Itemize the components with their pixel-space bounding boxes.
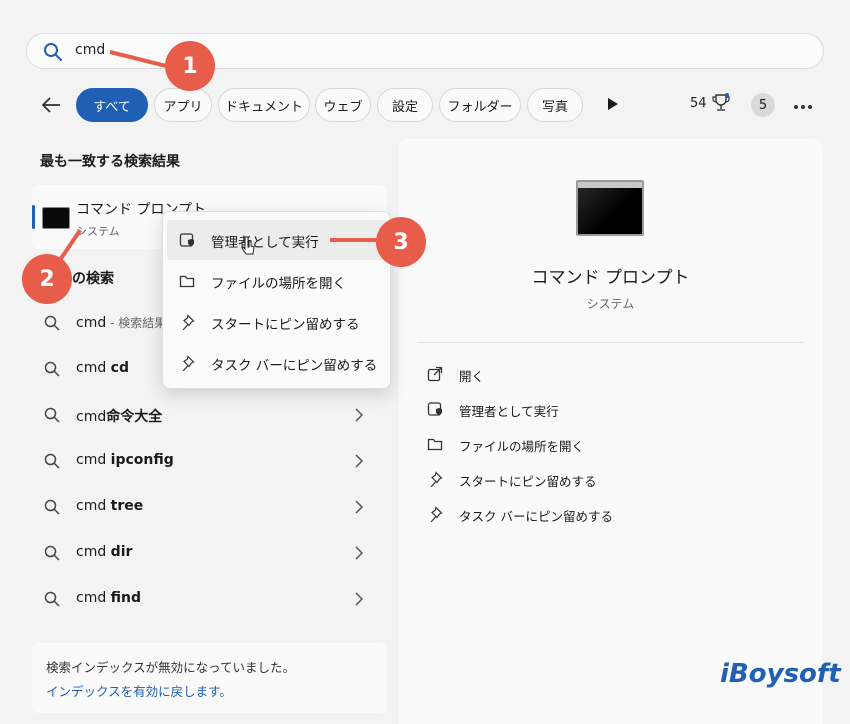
folder-icon [179,275,195,288]
result-text: cmd命令大全 [76,406,162,426]
index-notice: 検索インデックスが無効になっていました。 インデックスを有効に戻します。 [32,643,387,713]
web-search-heading: の検索 [72,271,114,287]
tab-documents[interactable]: ドキュメント [218,88,310,122]
search-icon [44,591,60,607]
pin-icon [182,314,195,330]
app-title: コマンド プロンプト [531,268,690,288]
callout-badge-1: 1 [165,41,215,91]
search-icon [44,407,60,423]
list-item[interactable]: cmd find [32,579,387,619]
selection-indicator [32,205,35,229]
menu-item-pin-to-taskbar[interactable]: タスク バーにピン留めする [167,343,388,383]
rewards-count: 54 [690,96,707,111]
list-item[interactable]: cmd ipconfig [32,441,387,481]
action-label: スタートにピン留めする [459,474,597,489]
divider [417,342,804,343]
result-text: cmd dir [76,544,132,560]
callout-badge-3: 3 [376,217,426,267]
result-suffix: - 検索結果 [106,316,167,330]
window-titlebar [578,182,642,188]
result-query: cmd [76,544,111,560]
shield-run-icon [179,233,194,247]
search-icon [44,453,60,469]
notice-text: 検索インデックスが無効になっていました。 [46,660,296,675]
list-item[interactable]: cmd tree [32,487,387,527]
search-icon [44,499,60,515]
command-prompt-large-icon [576,180,644,236]
tab-photos[interactable]: 写真 [527,88,583,122]
tab-settings[interactable]: 設定 [377,88,433,122]
result-text: cmd ipconfig [76,452,174,468]
callout-badge-2: 2 [22,254,72,304]
result-text: cmd tree [76,498,143,514]
result-text: cmd cd [76,360,129,376]
result-suffix: 命令大全 [106,409,163,425]
search-icon [44,43,62,61]
search-icon [44,315,60,331]
more-icon[interactable] [793,104,813,110]
chevron-right-icon[interactable] [354,546,364,560]
action-label: 開く [459,369,485,384]
result-suffix: dir [110,544,133,560]
play-icon[interactable] [607,98,619,110]
list-item[interactable]: cmd命令大全 [32,395,387,435]
result-suffix: find [110,590,142,606]
command-prompt-icon [42,207,70,229]
result-query: cmd [76,590,111,606]
details-panel: コマンド プロンプト システム 開く 管理者として実行 ファイルの場所を開く ス… [399,139,822,724]
shield-run-icon [427,402,442,416]
menu-item-label: ファイルの場所を開く [211,276,346,292]
action-label: 管理者として実行 [459,404,559,419]
back-arrow-icon[interactable] [40,93,64,117]
result-suffix: cd [110,360,129,376]
action-label: タスク バーにピン留めする [459,509,613,524]
search-input[interactable]: cmd [75,42,105,58]
result-suffix: tree [110,498,144,514]
menu-item-label: 管理者として実行 [211,235,319,251]
result-query: cmd [76,498,111,514]
open-external-icon [427,366,443,382]
action-label: ファイルの場所を開く [459,439,585,454]
pin-icon [182,355,195,371]
trophy-icon[interactable] [712,93,730,113]
result-query: cmd [76,452,111,468]
menu-item-pin-to-start[interactable]: スタートにピン留めする [167,302,388,342]
result-query: cmd [76,360,111,376]
avatar[interactable]: 5 [751,93,775,117]
result-text: cmd find [76,590,141,606]
chevron-right-icon[interactable] [354,500,364,514]
list-item[interactable]: cmd dir [32,533,387,573]
brand-logo: iBoysoft [720,659,841,689]
pin-icon [430,471,443,487]
folder-icon [427,438,443,451]
search-icon [44,361,60,377]
chevron-right-icon[interactable] [354,408,364,422]
pin-icon [430,506,443,522]
callout-arrow [330,238,380,242]
best-match-subtitle: システム [76,225,120,238]
menu-item-open-file-location[interactable]: ファイルの場所を開く [167,261,388,301]
result-suffix: ipconfig [110,452,174,468]
chevron-right-icon[interactable] [354,454,364,468]
search-bar[interactable]: cmd [26,33,824,69]
tab-apps[interactable]: アプリ [154,88,212,122]
menu-item-label: スタートにピン留めする [211,317,360,333]
result-query: cmd [76,409,107,425]
chevron-right-icon[interactable] [354,592,364,606]
cursor-icon [241,236,255,255]
app-subtitle: システム [586,297,635,311]
tab-all[interactable]: すべて [76,88,148,122]
menu-item-label: タスク バーにピン留めする [211,358,378,374]
search-icon [44,545,60,561]
result-text: cmd - 検索結果 [76,314,166,331]
tab-web[interactable]: ウェブ [315,88,371,122]
enable-index-link[interactable]: インデックスを有効に戻します。 [46,681,232,700]
tab-folders[interactable]: フォルダー [439,88,521,122]
result-query: cmd [76,315,107,331]
best-match-heading: 最も一致する検索結果 [40,154,180,170]
